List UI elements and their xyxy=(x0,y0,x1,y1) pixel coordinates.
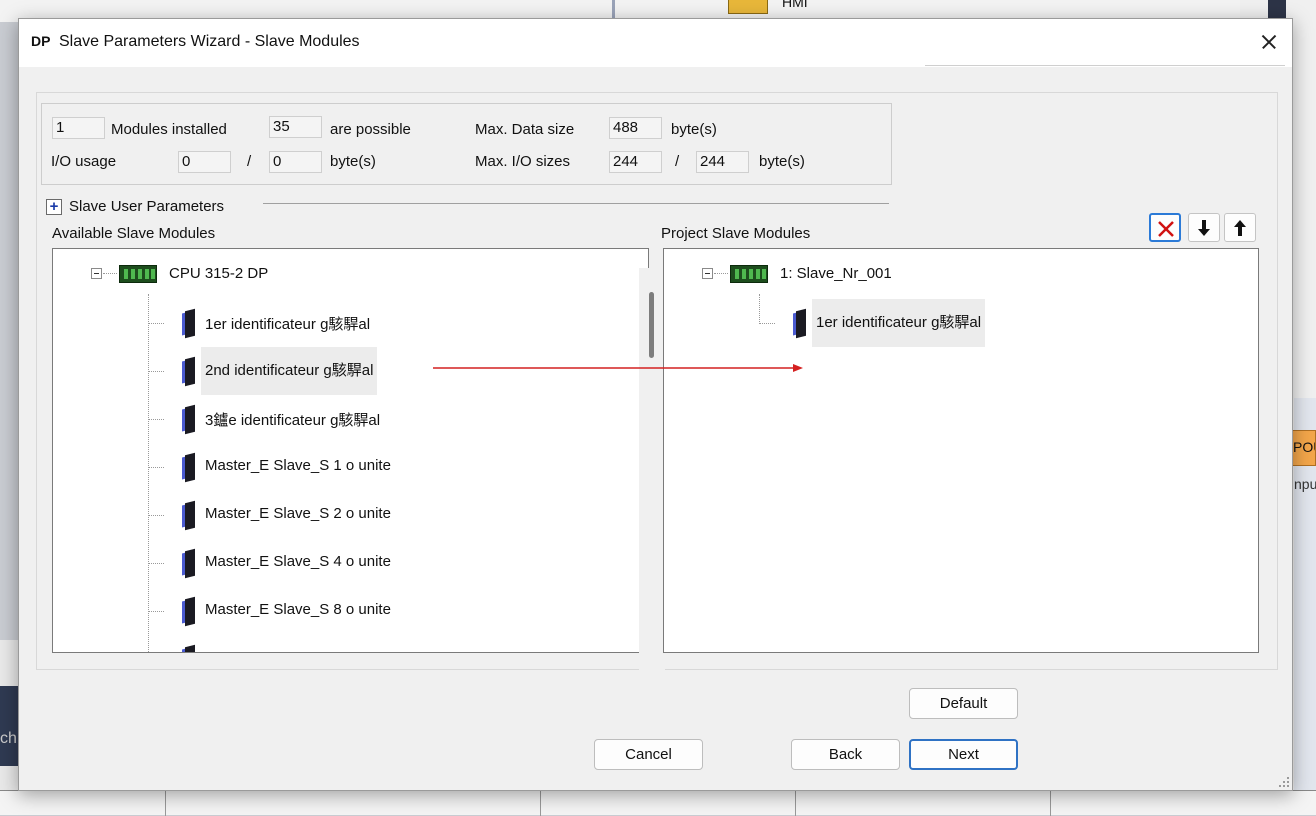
list-item[interactable]: Master_E Slave_S 2 o unite xyxy=(148,491,428,539)
resize-grip-icon[interactable] xyxy=(1277,775,1289,787)
module-label: Master_E Slave_S 4 o unite xyxy=(205,553,391,570)
background-panel-left xyxy=(0,686,20,766)
module-label: 1er identificateur g駭駻al xyxy=(205,316,371,333)
module-label: 3鑪e identificateur g駭駻al xyxy=(205,412,381,429)
max-io-in-field: 244 xyxy=(609,151,662,173)
module-icon xyxy=(182,356,196,387)
max-io-separator: / xyxy=(675,153,680,170)
project-modules-header: Project Slave Modules xyxy=(661,225,811,242)
list-item[interactable]: Master_E Slave_S 4 o unite xyxy=(148,539,428,587)
io-usage-label: I/O usage xyxy=(51,153,117,170)
max-data-size-field: 488 xyxy=(609,117,662,139)
module-icon xyxy=(182,404,196,435)
list-item-selected[interactable]: 2nd identificateur g駭駻al xyxy=(148,347,428,395)
background-left-label: ch xyxy=(0,730,17,747)
scrollbar-thumb[interactable] xyxy=(649,292,654,358)
folder-icon xyxy=(728,0,768,14)
arrow-up-icon xyxy=(1234,220,1246,236)
available-modules-tree[interactable]: CPU 315-2 DP 1er identificateur g駭駻al 2n… xyxy=(52,248,649,653)
rack-icon xyxy=(119,265,157,283)
drag-arrow-annotation xyxy=(433,364,803,372)
dialog-title: Slave Parameters Wizard - Slave Modules xyxy=(59,33,360,50)
module-icon xyxy=(182,644,196,652)
max-io-unit: byte(s) xyxy=(759,153,805,170)
tree-root-label: CPU 315-2 DP xyxy=(169,265,269,282)
delete-x-icon xyxy=(1158,221,1174,237)
expand-plus-icon[interactable]: + xyxy=(46,199,62,215)
rack-icon xyxy=(730,265,768,283)
list-item-partial[interactable] xyxy=(148,635,428,652)
delete-module-button[interactable] xyxy=(1149,213,1181,242)
tree-root-label: 1: Slave_Nr_001 xyxy=(780,265,892,282)
slave-parameters-dialog: DP Slave Parameters Wizard - Slave Modul… xyxy=(18,18,1293,791)
module-label: Master_E Slave_S 8 o unite xyxy=(205,601,391,618)
module-icon xyxy=(182,548,196,579)
background-tree-label: HMI xyxy=(782,0,808,10)
io-usage-in-field: 0 xyxy=(178,151,231,173)
background-tab[interactable]: POU xyxy=(1290,430,1316,466)
list-item[interactable]: 1er identificateur g駭駻al xyxy=(148,299,428,347)
background-grid-row xyxy=(0,790,1316,816)
module-icon xyxy=(182,596,196,627)
max-data-size-label: Max. Data size xyxy=(475,121,575,138)
close-icon[interactable] xyxy=(1246,19,1292,65)
module-label: 1er identificateur g駭駻al xyxy=(812,299,986,347)
module-icon xyxy=(793,308,807,339)
dp-logo: DP xyxy=(31,33,51,49)
list-item[interactable]: 3鑪e identificateur g駭駻al xyxy=(148,395,428,443)
io-usage-unit: byte(s) xyxy=(330,153,376,170)
list-item[interactable]: Master_E Slave_S 8 o unite xyxy=(148,587,428,635)
move-down-button[interactable] xyxy=(1188,213,1220,242)
io-usage-separator: / xyxy=(247,153,252,170)
title-bar: DP Slave Parameters Wizard - Slave Modul… xyxy=(19,19,1292,67)
module-label: 2nd identificateur g駭駻al xyxy=(201,347,378,395)
modules-installed-label: Modules installed xyxy=(111,121,227,138)
collapse-icon[interactable] xyxy=(702,268,713,279)
module-icon xyxy=(182,452,196,483)
modules-installed-field: 1 xyxy=(52,117,105,139)
max-io-out-field: 244 xyxy=(696,151,749,173)
group-divider xyxy=(263,203,889,204)
module-label: Master_E Slave_S 1 o unite xyxy=(205,457,391,474)
next-button[interactable]: Next xyxy=(909,739,1018,770)
collapse-icon[interactable] xyxy=(91,268,102,279)
module-label: Master_E Slave_S 2 o unite xyxy=(205,505,391,522)
module-info-box: 1 Modules installed 35 are possible Max.… xyxy=(41,103,892,185)
background-label: npu xyxy=(1294,476,1316,492)
available-modules-header: Available Slave Modules xyxy=(52,225,216,242)
module-icon xyxy=(182,308,196,339)
io-usage-out-field: 0 xyxy=(269,151,322,173)
possible-label: are possible xyxy=(330,121,411,138)
module-icon xyxy=(182,500,196,531)
default-button[interactable]: Default xyxy=(909,688,1018,719)
back-button[interactable]: Back xyxy=(791,739,900,770)
max-data-size-unit: byte(s) xyxy=(671,121,717,138)
slave-user-parameters-label[interactable]: Slave User Parameters xyxy=(69,198,224,215)
project-modules-tree[interactable]: 1: Slave_Nr_001 1er identificateur g駭駻al xyxy=(663,248,1259,653)
possible-modules-field: 35 xyxy=(269,116,322,138)
title-separator xyxy=(925,65,1285,66)
list-item[interactable]: Master_E Slave_S 1 o unite xyxy=(148,443,428,491)
max-io-sizes-label: Max. I/O sizes xyxy=(475,153,571,170)
move-up-button[interactable] xyxy=(1224,213,1256,242)
list-item-selected[interactable]: 1er identificateur g駭駻al xyxy=(759,299,1039,347)
arrow-down-icon xyxy=(1198,220,1210,236)
cancel-button[interactable]: Cancel xyxy=(594,739,703,770)
